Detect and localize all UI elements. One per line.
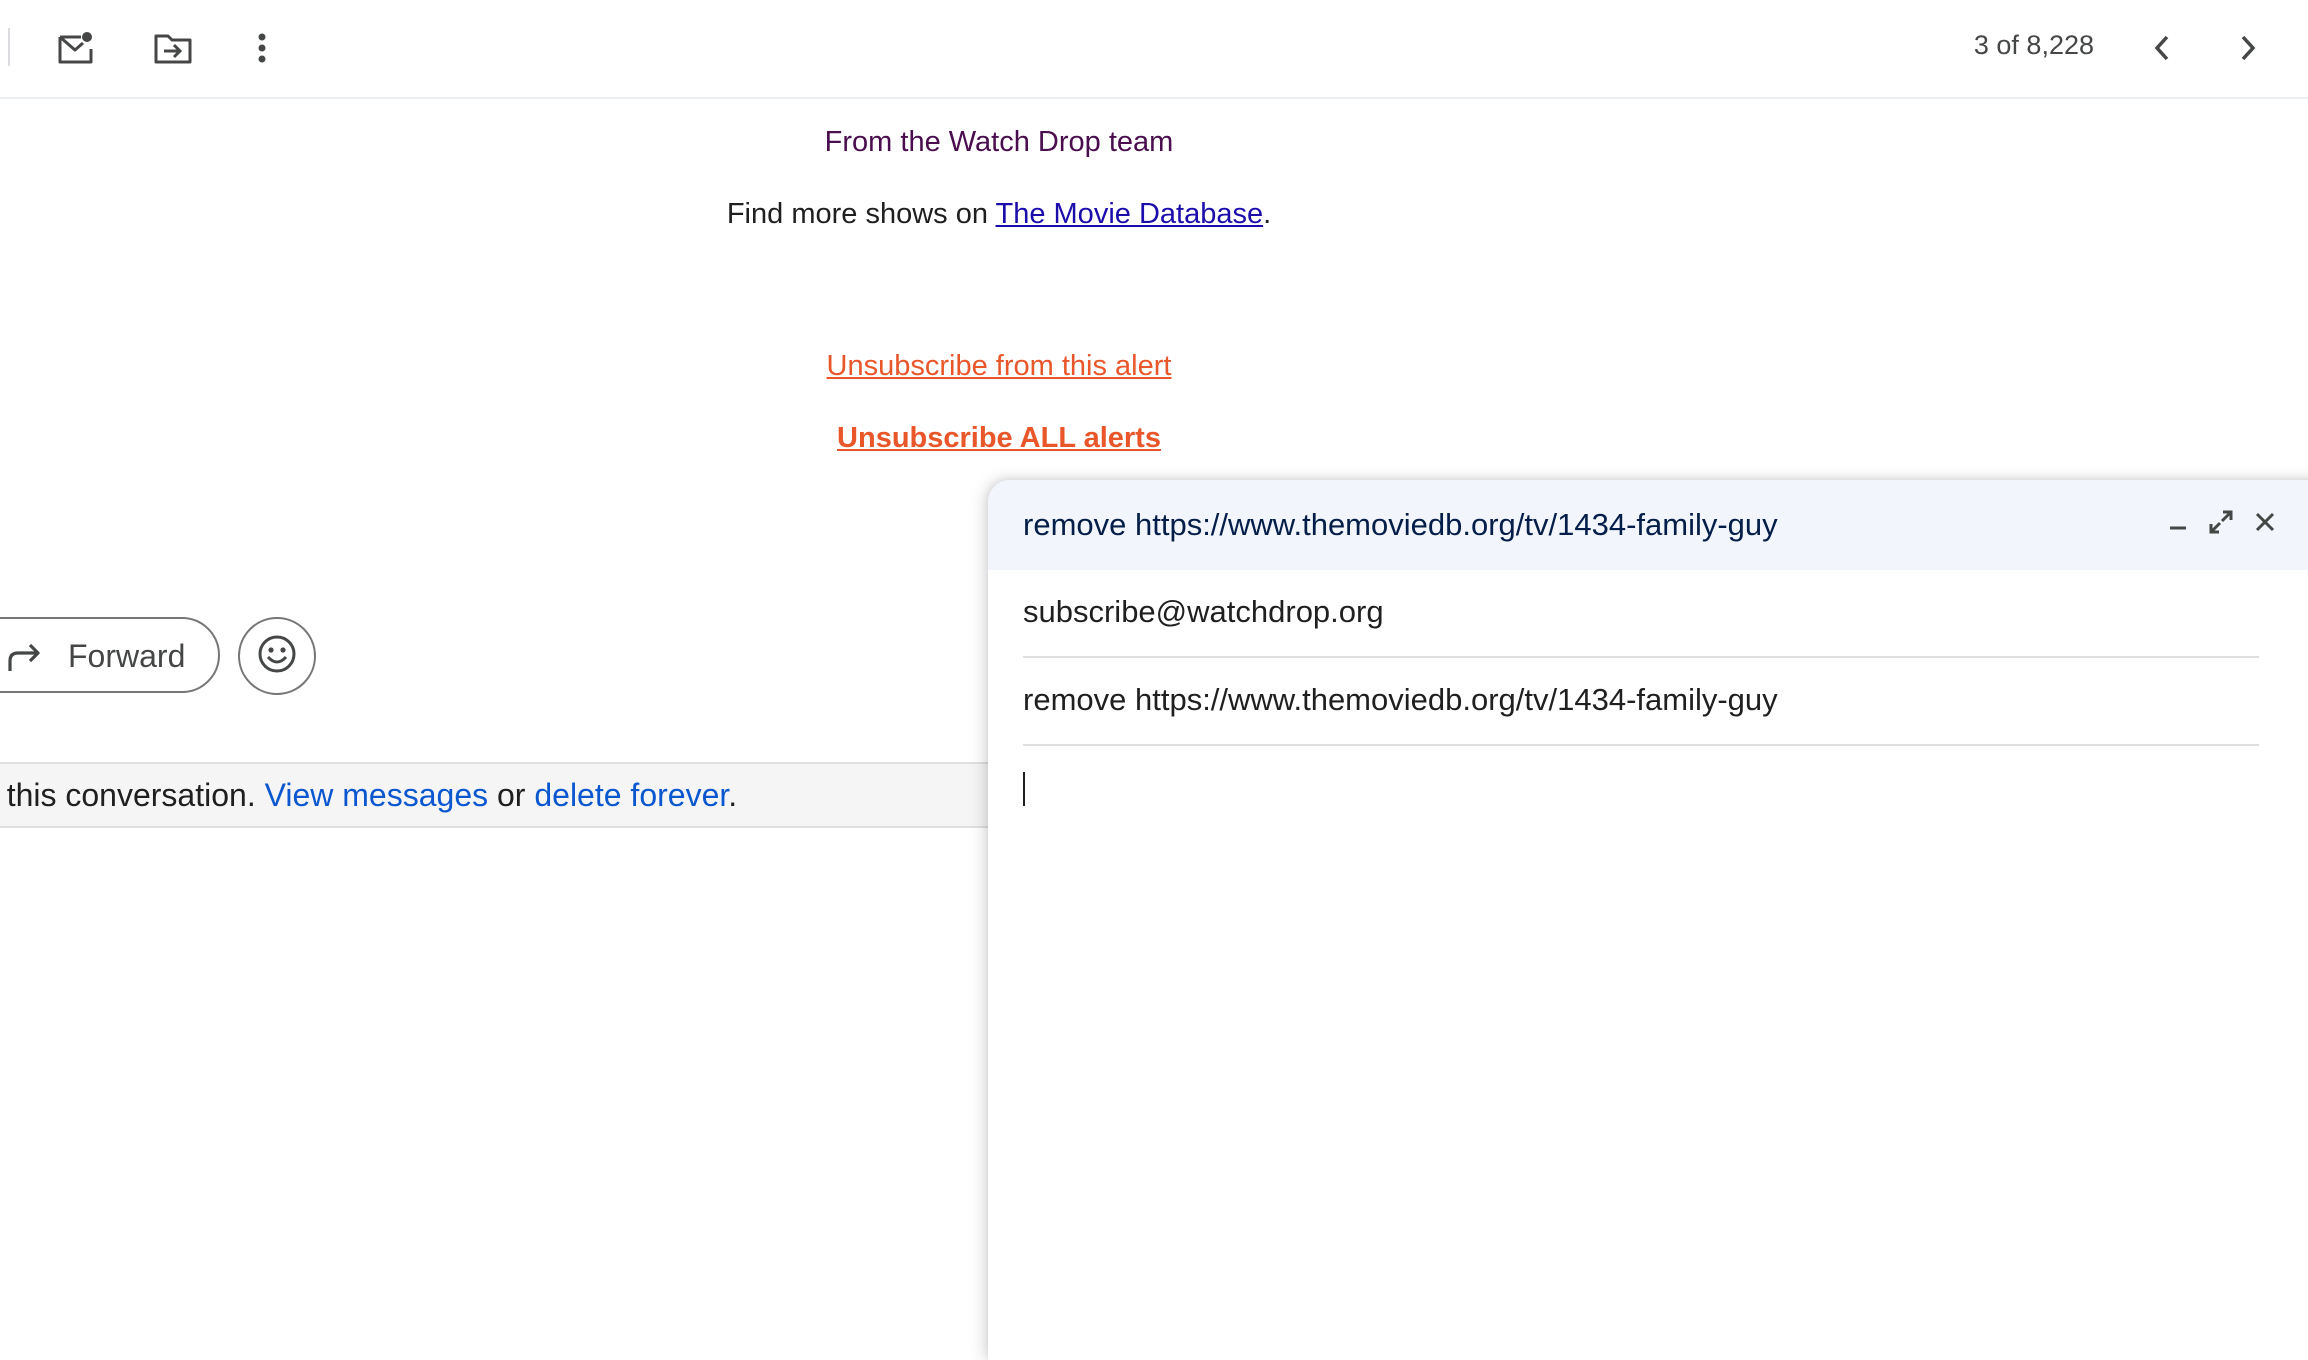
find-more-line: Find more shows on The Movie Database. xyxy=(0,198,1998,231)
movie-database-link[interactable]: The Movie Database xyxy=(996,198,1264,230)
expand-icon xyxy=(2209,510,2233,539)
unsubscribe-all-line: Unsubscribe ALL alerts xyxy=(0,422,1998,455)
react-emoji-button[interactable] xyxy=(238,617,316,695)
team-signature: From the Watch Drop team xyxy=(824,126,1174,158)
unsubscribe-all-link[interactable]: Unsubscribe ALL alerts xyxy=(837,422,1161,454)
move-to-button[interactable] xyxy=(141,16,205,80)
compose-body[interactable] xyxy=(1023,752,2259,1312)
newer-button[interactable] xyxy=(2130,16,2194,80)
mark-unread-button[interactable] xyxy=(44,16,108,80)
message-toolbar: 3 of 8,228 xyxy=(0,0,2308,99)
notice-prefix: n this conversation. xyxy=(0,777,265,813)
chevron-left-icon xyxy=(2153,34,2171,62)
subject-value: remove https://www.themoviedb.org/tv/143… xyxy=(1023,682,1778,717)
find-more-prefix: Find more shows on xyxy=(726,198,996,230)
close-icon xyxy=(2254,511,2276,538)
unsubscribe-alert-link[interactable]: Unsubscribe from this alert xyxy=(827,350,1172,382)
delete-forever-link[interactable]: delete forever xyxy=(534,777,728,813)
notice-suffix: . xyxy=(728,777,738,813)
view-messages-link[interactable]: View messages xyxy=(265,777,489,813)
full-screen-button[interactable] xyxy=(2203,506,2239,542)
smiley-icon xyxy=(257,634,297,679)
notice-middle: or xyxy=(488,777,535,813)
text-caret xyxy=(1023,772,1025,806)
to-recipient: subscribe@watchdrop.org xyxy=(1023,594,1384,629)
to-field[interactable]: subscribe@watchdrop.org xyxy=(1023,570,2259,658)
subject-field[interactable]: remove https://www.themoviedb.org/tv/143… xyxy=(1023,658,2259,746)
minimize-button[interactable] xyxy=(2160,506,2196,542)
minimize-icon xyxy=(2167,511,2189,538)
compose-header[interactable]: remove https://www.themoviedb.org/tv/143… xyxy=(988,480,2308,570)
older-button[interactable] xyxy=(2216,16,2280,80)
close-compose-button[interactable] xyxy=(2247,506,2283,542)
forward-button[interactable]: Forward xyxy=(0,617,220,693)
notice-text: n this conversation. View messages or de… xyxy=(0,777,737,814)
compose-title: remove https://www.themoviedb.org/tv/143… xyxy=(1023,507,1778,542)
more-vert-icon xyxy=(257,33,267,63)
mark-unread-icon xyxy=(57,31,95,65)
move-to-icon xyxy=(154,32,192,64)
message-counter: 3 of 8,228 xyxy=(1973,30,2094,60)
more-options-button[interactable] xyxy=(230,16,294,80)
find-more-suffix: . xyxy=(1263,198,1272,230)
forward-label: Forward xyxy=(68,638,186,674)
unsubscribe-alert-line: Unsubscribe from this alert xyxy=(0,350,1998,383)
chevron-right-icon xyxy=(2239,34,2257,62)
forward-icon xyxy=(6,639,44,680)
toolbar-divider xyxy=(8,28,10,66)
